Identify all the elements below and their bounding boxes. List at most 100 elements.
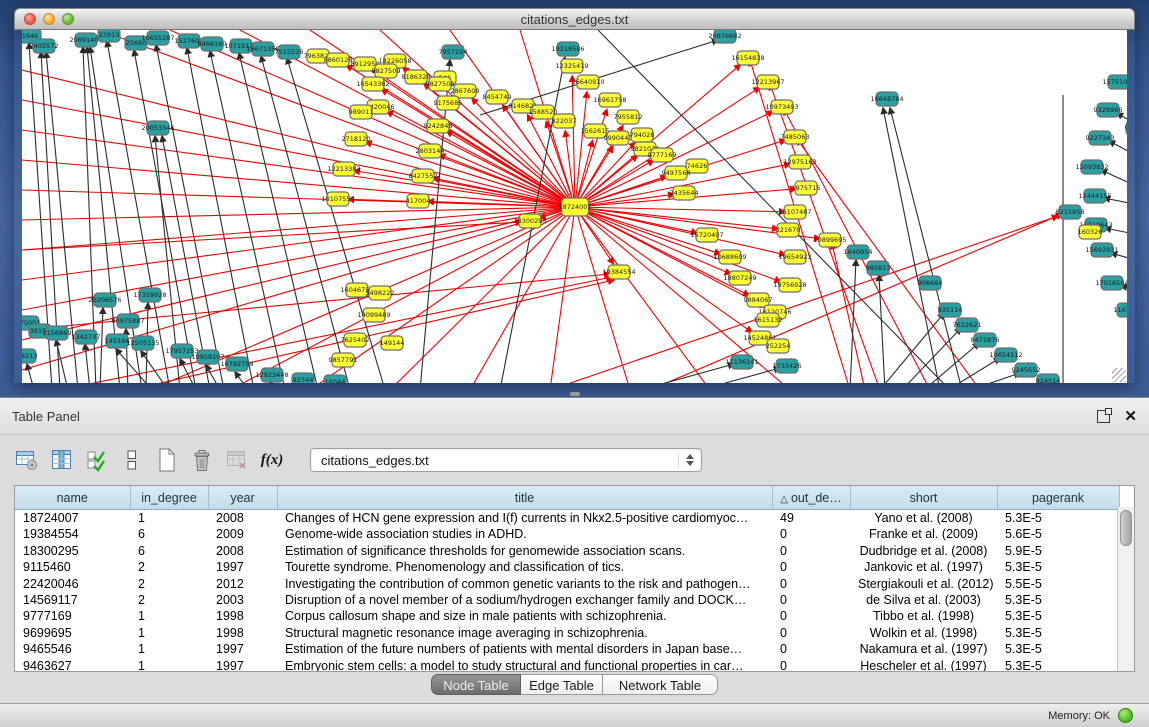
float-panel-icon[interactable]	[1097, 410, 1110, 423]
table-row[interactable]: 1938455462009Genome-wide association stu…	[15, 526, 1119, 542]
graph-node[interactable]: 1167534	[1114, 303, 1127, 317]
graph-node[interactable]: 20206576	[88, 293, 121, 307]
graph-node[interactable]: 9827509	[372, 64, 401, 78]
graph-node[interactable]: 1156869	[43, 326, 72, 340]
graph-node[interactable]: 1875715	[792, 181, 821, 195]
graph-node[interactable]: 1733426	[773, 359, 802, 373]
graph-node[interactable]: 6466160	[198, 37, 227, 51]
show-columns-icon[interactable]	[49, 446, 75, 474]
column-header-short[interactable]: short	[850, 486, 997, 510]
minimize-window-button[interactable]	[43, 13, 55, 25]
graph-node[interactable]: 9990443	[604, 131, 633, 145]
graph-node[interactable]: 12213967	[751, 75, 784, 89]
function-builder-icon[interactable]: f(x)	[259, 446, 285, 474]
graph-node[interactable]: 10654112	[989, 348, 1022, 362]
graph-node[interactable]: 19384554	[602, 265, 635, 279]
graph-node[interactable]: 16648784	[870, 92, 903, 106]
column-header-year[interactable]: year	[208, 486, 277, 510]
new-table-icon[interactable]	[154, 446, 180, 474]
column-header-out_de[interactable]: △out_de…	[772, 486, 850, 510]
select-rows-icon[interactable]	[84, 446, 110, 474]
graph-node[interactable]: 9242848	[424, 119, 453, 133]
zoom-window-button[interactable]	[62, 13, 74, 25]
graph-node[interactable]: 18724007	[558, 198, 591, 216]
graph-node[interactable]: 9227343	[1086, 131, 1115, 145]
column-header-in_degree[interactable]: in_degree	[130, 486, 208, 510]
graph-node[interactable]: 9175685	[434, 96, 463, 110]
graph-node[interactable]: 8427552	[409, 169, 438, 183]
tab-network-table[interactable]: Network Table	[603, 674, 718, 695]
graph-node[interactable]: 935114	[938, 303, 963, 317]
graph-node[interactable]: 23913	[98, 30, 120, 42]
graph-node[interactable]: 17359928	[133, 288, 166, 302]
graph-node[interactable]: 15692931	[1085, 243, 1118, 257]
graph-node[interactable]: 12444155	[1078, 189, 1111, 203]
column-header-title[interactable]: title	[277, 486, 772, 510]
graph-node[interactable]: 15136141	[725, 355, 758, 369]
tab-node-table[interactable]: Node Table	[431, 674, 521, 695]
table-selector-dropdown[interactable]: citations_edges.txt	[310, 448, 702, 472]
graph-node[interactable]: 19218586	[551, 42, 584, 56]
graph-node[interactable]: 16782759	[220, 357, 253, 371]
graph-node[interactable]: 9777169	[648, 148, 677, 162]
graph-node[interactable]: 160326	[1078, 225, 1103, 239]
graph-node[interactable]: 906664	[918, 276, 943, 290]
graph-node[interactable]: 19756928	[773, 278, 806, 292]
graph-node[interactable]: 252254	[766, 339, 791, 353]
graph-node[interactable]: 18300295	[513, 214, 546, 228]
graph-node[interactable]: 15751074	[1102, 75, 1127, 89]
close-window-button[interactable]	[24, 13, 36, 25]
graph-node[interactable]: 7632621	[953, 318, 982, 332]
resize-grip[interactable]	[1112, 368, 1126, 382]
graph-node[interactable]: 92344	[292, 373, 314, 383]
graph-node[interactable]: 908213	[22, 349, 37, 363]
table-row[interactable]: 911546021997Tourette syndrome. Phenomeno…	[15, 559, 1119, 575]
graph-node[interactable]: 16107487	[778, 205, 811, 219]
table-row[interactable]: 946362711997Embryonic stem cells: a mode…	[15, 658, 1119, 672]
graph-node[interactable]: 2435644	[670, 186, 699, 200]
graph-node[interactable]: 90975887	[111, 314, 144, 328]
graph-node[interactable]: 8860128	[324, 53, 353, 67]
graph-node[interactable]: 5498222	[366, 286, 395, 300]
table-row[interactable]: 977716911998Corpus callosum shape and si…	[15, 608, 1119, 624]
graph-node[interactable]: 989011	[349, 105, 374, 119]
graph-node[interactable]: 794028	[630, 128, 655, 142]
table-row[interactable]: 1830029562008Estimation of significance …	[15, 543, 1119, 559]
table-row[interactable]: 2242004622012Investigating the contribut…	[15, 576, 1119, 592]
graph-node[interactable]: 18107554	[321, 192, 354, 206]
graph-node[interactable]: 7957224	[439, 45, 468, 59]
graph-node[interactable]: 8215958	[1056, 205, 1085, 219]
graph-node[interactable]: 17016504	[1095, 276, 1127, 290]
graph-node[interactable]: 12093832	[1075, 160, 1108, 174]
graph-node[interactable]: 9857791	[329, 353, 358, 367]
graph-node[interactable]: 7485063	[781, 130, 810, 144]
graph-node[interactable]: 2718120	[342, 132, 371, 146]
graph-node[interactable]: 7625402	[341, 333, 370, 347]
graph-node[interactable]: 12325419	[555, 59, 588, 73]
vertical-scrollbar[interactable]	[1117, 507, 1134, 671]
graph-node[interactable]: 922720	[1125, 121, 1127, 135]
table-row[interactable]: 1872400712008Changes of HCN gene express…	[15, 510, 1119, 527]
network-canvas[interactable]: 1872400716462405572206914062391325680106…	[22, 30, 1127, 383]
table-row[interactable]: 1456911722003Disruption of a novel membe…	[15, 592, 1119, 608]
graph-node[interactable]: 12923448	[255, 368, 288, 382]
graph-node[interactable]: 822037	[552, 114, 577, 128]
graph-node[interactable]: 12975163	[783, 155, 816, 169]
checkboxes-icon[interactable]	[119, 446, 145, 474]
graph-node[interactable]: 10688609	[713, 250, 746, 264]
tab-edge-table[interactable]: Edge Table	[521, 674, 603, 695]
graph-node[interactable]: 10973493	[765, 100, 798, 114]
graph-node[interactable]: 16154838	[731, 51, 764, 65]
splitter-handle[interactable]	[570, 392, 580, 396]
graph-node[interactable]: 16961758	[593, 93, 626, 107]
graph-node[interactable]: 9245652	[1012, 363, 1041, 377]
graph-node[interactable]: 321670	[776, 223, 801, 237]
graph-node[interactable]: 9497568	[662, 166, 691, 180]
graph-node[interactable]: 1640954	[844, 245, 873, 259]
delete-table-icon[interactable]	[189, 446, 215, 474]
table-row[interactable]: 946554611997Estimation of the future num…	[15, 641, 1119, 657]
graph-node[interactable]: 9329966	[1094, 103, 1123, 117]
graph-node[interactable]: 1615132	[754, 313, 783, 327]
scrollbar-thumb[interactable]	[1120, 510, 1132, 546]
table-row[interactable]: 969969511998Structural magnetic resonanc…	[15, 625, 1119, 641]
